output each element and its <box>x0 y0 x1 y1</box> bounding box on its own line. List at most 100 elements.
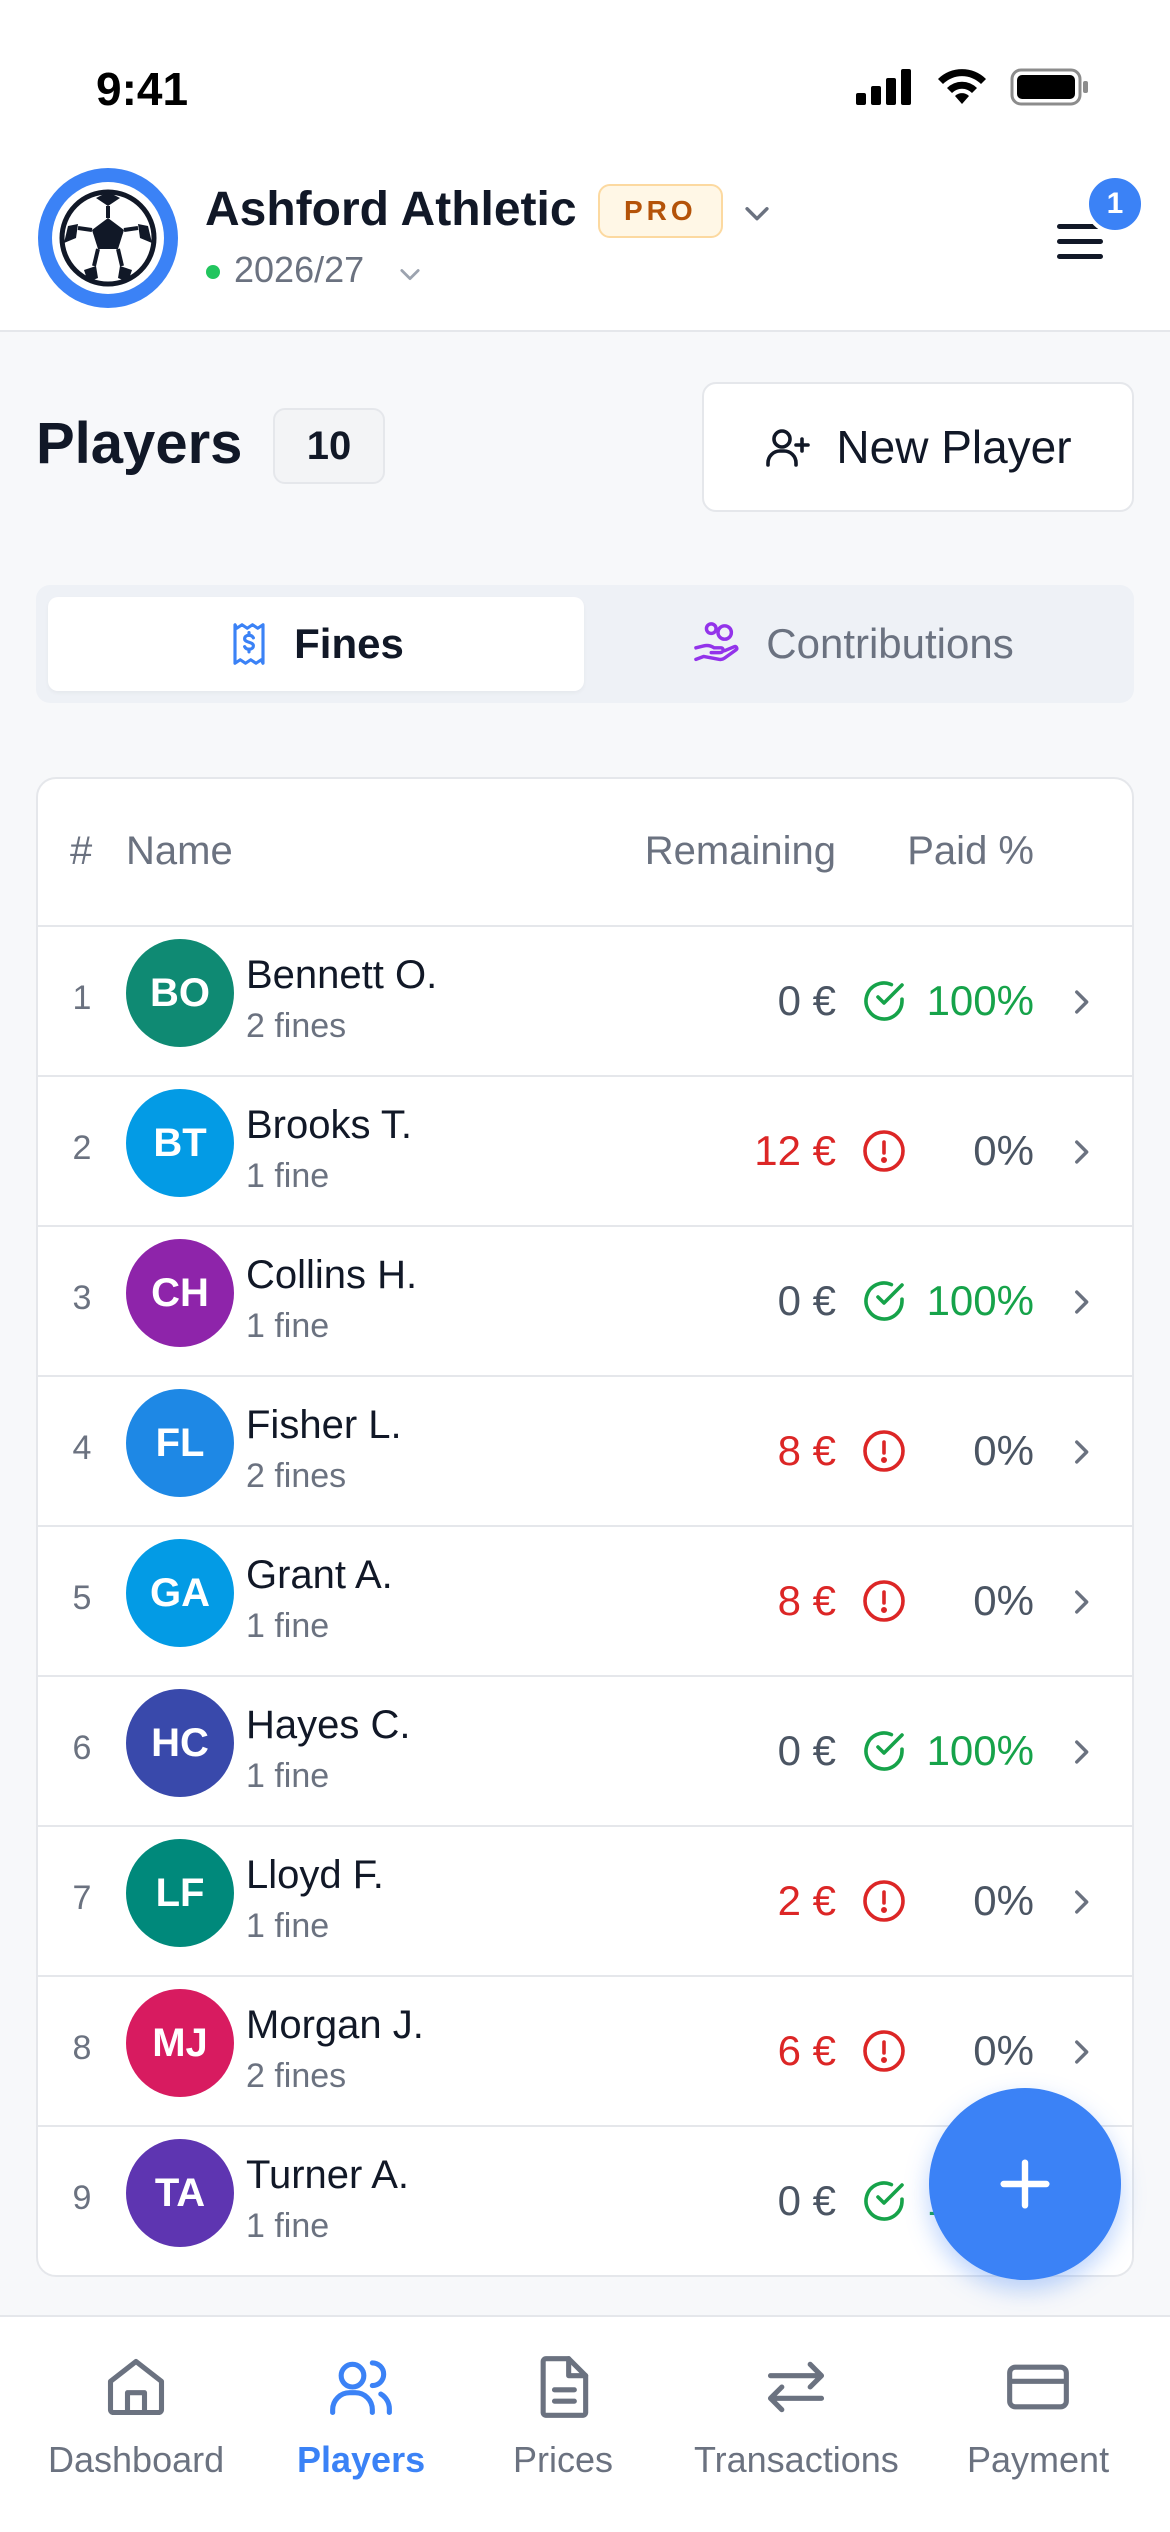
club-logo[interactable] <box>38 168 178 308</box>
fine-count: 1 fine <box>246 1157 330 1195</box>
row-number: 5 <box>72 1579 92 1617</box>
row-chevron[interactable] <box>1064 1285 1098 1324</box>
alert-circle-icon <box>863 1880 905 1922</box>
chevron-right-icon <box>1075 1290 1089 1314</box>
header-number: # <box>70 829 93 873</box>
row-chevron[interactable] <box>1064 1735 1098 1774</box>
tab-contributions[interactable]: Contributions <box>584 597 1122 691</box>
nav-prices-label: Prices <box>513 2439 614 2480</box>
payment-status <box>858 1125 910 1177</box>
battery-icon <box>1010 68 1088 106</box>
fine-count: 1 fine <box>246 1307 330 1345</box>
chevron-right-icon <box>1075 1890 1089 1914</box>
signal-icon <box>856 69 911 105</box>
add-fine-button[interactable] <box>929 2088 1121 2280</box>
player-name: Brooks T. <box>246 1103 412 1147</box>
row-chevron[interactable] <box>1064 1135 1098 1174</box>
table-row[interactable]: 1 BO Bennett O. 2 fines 0 € 100% <box>38 927 1132 1077</box>
row-chevron[interactable] <box>1064 985 1098 1024</box>
player-name: Collins H. <box>246 1253 418 1297</box>
remaining-amount: 0 € <box>777 977 836 1024</box>
remaining-amount: 2 € <box>777 1877 836 1924</box>
user-plus-icon <box>766 429 811 467</box>
row-number: 3 <box>72 1279 92 1317</box>
home-icon <box>108 2358 165 2416</box>
app-header: Ashford Athletic PRO 2026/27 1 <box>0 150 1170 332</box>
row-chevron[interactable] <box>1064 1435 1098 1474</box>
nav-prices[interactable]: Prices <box>513 2353 613 2481</box>
notification-badge[interactable]: 1 <box>1085 174 1145 234</box>
row-number: 4 <box>72 1429 92 1467</box>
table-row[interactable]: 6 HC Hayes C. 1 fine 0 € 100% <box>38 1677 1132 1827</box>
fines-contributions-tabs: Fines Contributions <box>36 585 1134 703</box>
avatar: CH <box>126 1239 234 1347</box>
payment-status <box>858 1725 910 1777</box>
row-chevron[interactable] <box>1064 1585 1098 1624</box>
season-selector[interactable]: 2026/27 <box>234 249 364 291</box>
avatar: HC <box>126 1689 234 1797</box>
season-status-dot <box>206 265 220 279</box>
tab-contributions-label: Contributions <box>766 620 1014 667</box>
club-name[interactable]: Ashford Athletic <box>205 182 577 237</box>
remaining-amount: 8 € <box>777 1577 836 1624</box>
header-paid-percent[interactable]: Paid % <box>907 829 1034 874</box>
remaining-amount: 12 € <box>754 1127 836 1174</box>
check-circle-icon <box>864 981 904 1021</box>
nav-dashboard[interactable]: Dashboard <box>48 2353 224 2481</box>
fine-count: 2 fines <box>246 2057 347 2095</box>
nav-transactions[interactable]: Transactions <box>694 2353 899 2481</box>
remaining-amount: 0 € <box>777 1727 836 1774</box>
chevron-right-icon <box>1075 1140 1089 1164</box>
row-chevron[interactable] <box>1064 1885 1098 1924</box>
table-row[interactable]: 3 CH Collins H. 1 fine 0 € 100% <box>38 1227 1132 1377</box>
document-icon <box>540 2356 589 2418</box>
fine-count: 2 fines <box>246 1007 347 1045</box>
page-title: Players <box>36 411 243 476</box>
nav-players[interactable]: Players <box>297 2353 425 2481</box>
row-number: 6 <box>72 1729 92 1767</box>
remaining-amount: 6 € <box>777 2027 836 2074</box>
table-row[interactable]: 7 LF Lloyd F. 1 fine 2 € 0% <box>38 1827 1132 1977</box>
new-player-button[interactable]: New Player <box>702 382 1134 512</box>
row-chevron[interactable] <box>1064 2035 1098 2074</box>
chevron-right-icon <box>1075 2040 1089 2064</box>
player-name: Morgan J. <box>246 2003 424 2047</box>
soccer-ball-icon <box>59 189 157 287</box>
avatar: FL <box>126 1389 234 1497</box>
paid-percent: 0% <box>973 1427 1034 1474</box>
pro-badge: PRO <box>598 184 723 238</box>
table-row[interactable]: 2 BT Brooks T. 1 fine 12 € 0% <box>38 1077 1132 1227</box>
player-name: Grant A. <box>246 1553 393 1597</box>
row-number: 7 <box>72 1879 92 1917</box>
row-number: 8 <box>72 2029 92 2067</box>
alert-circle-icon <box>863 1430 905 1472</box>
bottom-navigation: Dashboard Players Prices Transactions Pa… <box>0 2315 1170 2532</box>
wifi-icon <box>938 69 986 104</box>
table-row[interactable]: 5 GA Grant A. 1 fine 8 € 0% <box>38 1527 1132 1677</box>
fine-count: 1 fine <box>246 1907 330 1945</box>
arrows-left-right-icon <box>768 2361 825 2413</box>
status-time: 9:41 <box>96 63 189 115</box>
check-circle-icon <box>864 2181 904 2221</box>
row-number: 1 <box>72 979 92 1017</box>
paid-percent: 0% <box>973 1577 1034 1624</box>
fine-count: 1 fine <box>246 1757 330 1795</box>
chevron-down-icon[interactable] <box>740 196 774 230</box>
tab-fines-label: Fines <box>294 620 404 667</box>
nav-payment-label: Payment <box>967 2439 1110 2480</box>
payment-status <box>858 1575 910 1627</box>
row-number: 9 <box>72 2179 92 2217</box>
chevron-right-icon <box>1075 1590 1089 1614</box>
paid-percent: 100% <box>926 1727 1034 1774</box>
tab-fines[interactable]: Fines <box>48 597 584 691</box>
nav-payment[interactable]: Payment <box>967 2353 1109 2481</box>
remaining-amount: 0 € <box>777 2177 836 2224</box>
player-count-badge: 10 <box>273 408 385 484</box>
chevron-down-icon[interactable] <box>396 260 424 288</box>
remaining-amount: 0 € <box>777 1277 836 1324</box>
table-row[interactable]: 4 FL Fisher L. 2 fines 8 € 0% <box>38 1377 1132 1527</box>
header-remaining[interactable]: Remaining <box>645 829 836 874</box>
header-name[interactable]: Name <box>126 829 233 874</box>
table-row[interactable]: 8 MJ Morgan J. 2 fines 6 € 0% <box>38 1977 1132 2127</box>
paid-percent: 0% <box>973 1127 1034 1174</box>
